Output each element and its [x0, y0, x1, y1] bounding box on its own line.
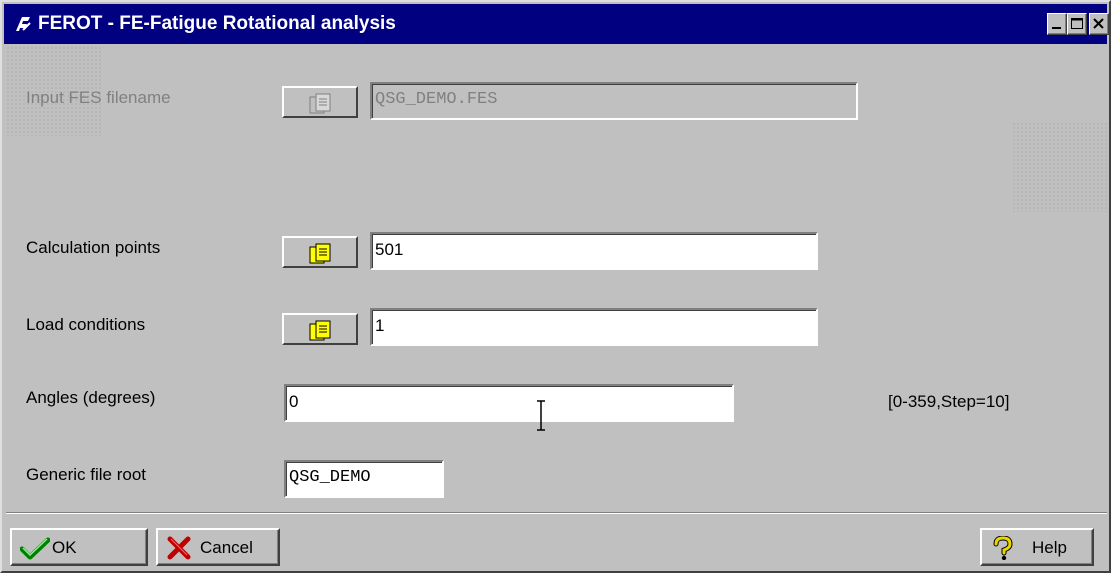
- window-title: FEROT - FE-Fatigue Rotational analysis: [38, 13, 396, 34]
- cancel-button[interactable]: Cancel: [156, 528, 280, 566]
- input-fes-label: Input FES filename: [26, 88, 171, 107]
- input-fes-browse-button[interactable]: [282, 86, 358, 118]
- help-button[interactable]: Help: [980, 528, 1094, 566]
- calc-points-label: Calculation points: [26, 238, 161, 257]
- close-button[interactable]: [1089, 13, 1109, 35]
- ferot-dialog-window: FEROT - FE-Fatigue Rotational analysis I…: [0, 0, 1111, 573]
- load-conditions-browse-button[interactable]: [282, 313, 358, 345]
- ok-button[interactable]: OK: [10, 528, 148, 566]
- calc-points-field[interactable]: 501: [370, 232, 818, 270]
- minimize-icon: [1052, 27, 1061, 29]
- input-fes-field[interactable]: QSG_DEMO.FES: [370, 82, 858, 120]
- file-browse-icon: [309, 243, 331, 264]
- background-texture: [1012, 122, 1108, 212]
- angles-range-hint: [0-359,Step=10]: [888, 392, 1010, 411]
- title-bar[interactable]: FEROT - FE-Fatigue Rotational analysis: [4, 4, 1109, 44]
- text-cursor-icon: [537, 400, 545, 431]
- maximize-icon: [1071, 18, 1083, 29]
- load-conditions-field[interactable]: 1: [370, 308, 818, 346]
- cancel-x-icon: [167, 536, 191, 560]
- close-icon: [1093, 18, 1104, 29]
- calc-points-browse-button[interactable]: [282, 236, 358, 268]
- fe-fatigue-app-icon[interactable]: [14, 15, 32, 33]
- question-mark-icon: [993, 536, 1013, 560]
- load-conditions-label: Load conditions: [26, 315, 146, 334]
- minimize-button[interactable]: [1047, 13, 1067, 35]
- ok-button-label: OK: [52, 538, 77, 557]
- angles-label: Angles (degrees): [26, 388, 156, 407]
- angles-field[interactable]: 0: [284, 384, 734, 422]
- help-button-label: Help: [1032, 538, 1067, 557]
- button-bar-separator: [6, 512, 1107, 514]
- cancel-button-label: Cancel: [200, 538, 253, 557]
- file-browse-icon: [309, 320, 331, 341]
- checkmark-icon: [20, 537, 50, 560]
- maximize-button[interactable]: [1067, 13, 1087, 35]
- generic-root-label: Generic file root: [26, 465, 146, 484]
- generic-root-field[interactable]: QSG_DEMO: [284, 460, 444, 498]
- file-browse-icon: [309, 93, 331, 114]
